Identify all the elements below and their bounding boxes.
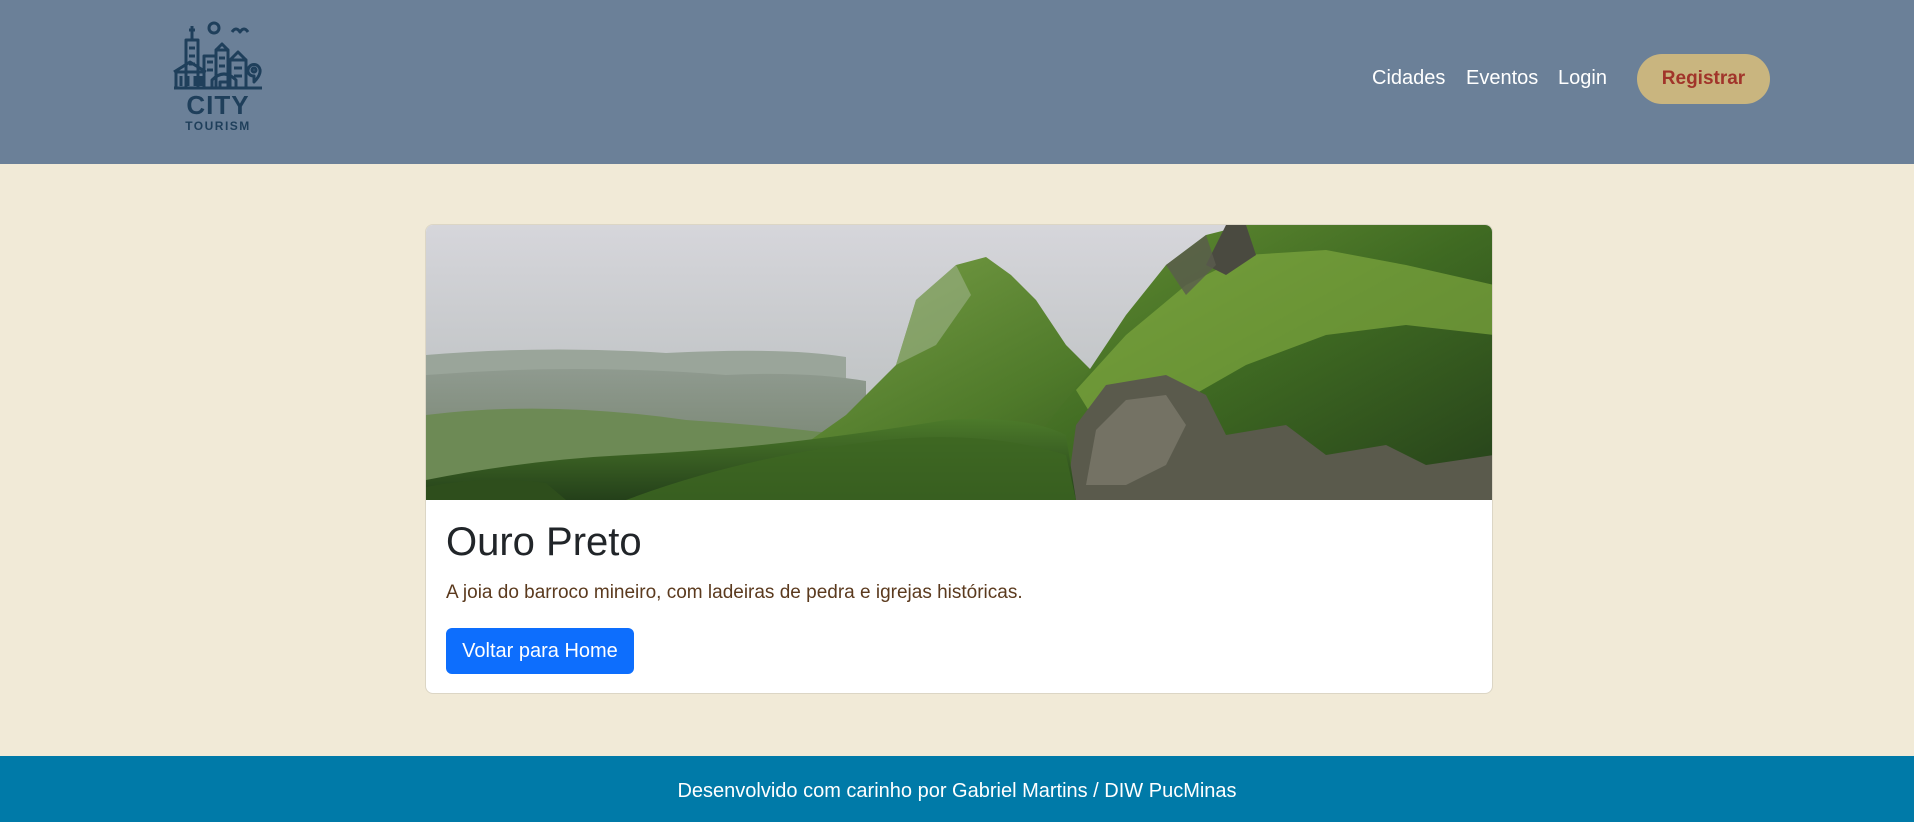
nav-link-login[interactable]: Login — [1558, 66, 1607, 90]
site-header: CITY TOURISM Cidades Eventos Login Regis… — [0, 0, 1914, 164]
main-nav: Cidades Eventos Login Registrar — [0, 0, 1914, 164]
register-button[interactable]: Registrar — [1637, 54, 1770, 104]
city-description: A joia do barroco mineiro, com ladeiras … — [446, 582, 1023, 603]
back-to-home-button[interactable]: Voltar para Home — [446, 628, 634, 674]
nav-link-cidades[interactable]: Cidades — [1372, 66, 1445, 90]
site-footer: Desenvolvido com carinho por Gabriel Mar… — [0, 756, 1914, 822]
city-card — [425, 224, 1493, 694]
mountain-landscape-image — [426, 225, 1492, 500]
city-title: Ouro Preto — [446, 520, 642, 564]
nav-link-eventos[interactable]: Eventos — [1466, 66, 1538, 90]
footer-credits: Desenvolvido com carinho por Gabriel Mar… — [677, 780, 1237, 802]
